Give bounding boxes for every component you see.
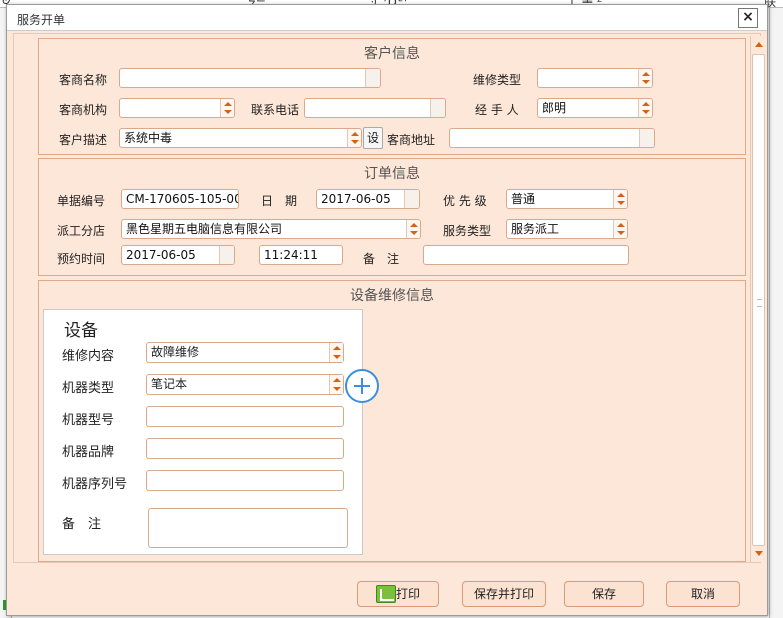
dialog-title: 服务开单 (17, 13, 66, 27)
save-and-print-button[interactable]: 保存并打印 (462, 581, 546, 607)
priority-dropdown-icon[interactable] (613, 190, 627, 208)
repair-content-dropdown-icon[interactable] (329, 343, 343, 362)
phone-label: 联系电话 (251, 103, 300, 117)
order-info-panel: 订单信息 单据编号 CM-170605-105-004 日 期 2017-06-… (38, 158, 746, 276)
service-order-dialog: 服务开单 × 客户信息 客商名称 维修类型 客商机构 联系电话 经 手 人 郎明 (6, 4, 768, 616)
add-device-icon[interactable] (345, 369, 379, 403)
device-remark-label: 备 注 (62, 517, 102, 532)
branch-value: 黑色星期五电脑信息有限公司 (126, 222, 283, 236)
scrollbar-thumb[interactable] (752, 54, 765, 546)
service-type-select[interactable]: 服务派工 (506, 219, 628, 239)
repair-type-dropdown-icon[interactable] (638, 69, 652, 87)
customer-desc-value: 系统中毒 (124, 131, 173, 145)
customer-org-label: 客商机构 (59, 103, 108, 117)
order-number-input[interactable]: CM-170605-105-004 (121, 189, 239, 209)
save-button[interactable]: 保存 (564, 581, 644, 607)
order-info-title: 订单信息 (364, 166, 420, 182)
handler-value: 郎明 (542, 101, 567, 115)
service-type-value: 服务派工 (511, 222, 560, 236)
serial-number-input[interactable] (146, 470, 344, 491)
order-remark-input[interactable] (423, 245, 629, 265)
order-date-input[interactable]: 2017-06-05 (316, 189, 420, 209)
customer-desc-label: 客户描述 (59, 133, 108, 147)
service-type-label: 服务类型 (443, 224, 492, 238)
cancel-button[interactable]: 取消 (666, 581, 740, 607)
branch-select[interactable]: 黑色星期五电脑信息有限公司 (121, 219, 421, 239)
order-number-label: 单据编号 (57, 194, 106, 208)
order-remark-label: 备 注 (363, 252, 400, 266)
machine-model-input[interactable] (146, 406, 344, 427)
phone-input[interactable] (304, 98, 446, 118)
print-button[interactable]: 打印 (357, 581, 439, 607)
customer-info-panel: 客户信息 客商名称 维修类型 客商机构 联系电话 经 手 人 郎明 客户描述 系… (38, 38, 746, 155)
background-right-pane (769, 8, 783, 618)
close-button[interactable]: × (738, 8, 758, 28)
repair-type-select[interactable] (537, 68, 653, 88)
repair-content-select[interactable]: 故障维修 (146, 342, 344, 363)
scrollbar-grip-icon (757, 299, 762, 307)
customer-org-dropdown-icon[interactable] (220, 99, 234, 117)
order-date-label: 日 期 (261, 194, 298, 208)
appointment-label: 预约时间 (57, 252, 106, 266)
customer-desc-dropdown-icon[interactable] (347, 129, 361, 147)
scroll-down-arrow-icon[interactable] (752, 547, 765, 560)
service-type-dropdown-icon[interactable] (613, 220, 627, 238)
appointment-time-input[interactable]: 11:24:11 (259, 245, 343, 265)
customer-org-select[interactable] (119, 98, 235, 118)
branch-dropdown-icon[interactable] (406, 220, 420, 238)
handler-dropdown-icon[interactable] (638, 99, 652, 117)
dialog-content: 客户信息 客商名称 维修类型 客商机构 联系电话 经 手 人 郎明 客户描述 系… (13, 33, 765, 563)
content-scrollbar[interactable] (750, 36, 765, 562)
customer-info-title: 客户信息 (364, 46, 420, 62)
address-input[interactable] (449, 128, 655, 148)
set-description-button[interactable]: 设 (363, 127, 383, 149)
device-repair-panel: 设备维修信息 设备 维修内容 故障维修 机器类型 笔记本 机器型号 机器品牌 机… (38, 280, 746, 562)
machine-brand-input[interactable] (146, 438, 344, 459)
machine-type-dropdown-icon[interactable] (329, 375, 343, 394)
handler-select[interactable]: 郎明 (537, 98, 653, 118)
customer-name-label: 客商名称 (59, 73, 108, 87)
machine-type-label: 机器类型 (62, 381, 115, 396)
address-label: 客商地址 (387, 133, 436, 147)
repair-content-value: 故障维修 (151, 345, 200, 359)
priority-select[interactable]: 普通 (506, 189, 628, 209)
machine-type-select[interactable]: 笔记本 (146, 374, 344, 395)
branch-label: 派工分店 (57, 224, 106, 238)
customer-desc-select[interactable]: 系统中毒 (119, 128, 362, 148)
print-icon (376, 585, 396, 603)
repair-type-label: 维修类型 (473, 73, 522, 87)
serial-number-label: 机器序列号 (62, 477, 128, 492)
repair-content-label: 维修内容 (62, 349, 115, 364)
priority-label: 优 先 级 (443, 194, 487, 208)
scroll-up-arrow-icon[interactable] (752, 38, 765, 51)
machine-brand-label: 机器品牌 (62, 445, 115, 460)
machine-model-label: 机器型号 (62, 413, 115, 428)
priority-value: 普通 (511, 192, 536, 206)
device-card-title: 设备 (64, 321, 98, 341)
device-repair-title: 设备维修信息 (350, 288, 434, 304)
dialog-titlebar[interactable]: 服务开单 × (7, 5, 767, 31)
customer-name-input[interactable] (119, 68, 381, 88)
handler-label: 经 手 人 (475, 103, 519, 117)
device-card: 设备 维修内容 故障维修 机器类型 笔记本 机器型号 机器品牌 机器序列号 备 … (43, 309, 363, 555)
machine-type-value: 笔记本 (151, 377, 188, 391)
print-button-label: 打印 (395, 587, 420, 601)
device-remark-textarea[interactable] (148, 508, 348, 548)
appointment-date-input[interactable]: 2017-06-05 (121, 245, 235, 265)
